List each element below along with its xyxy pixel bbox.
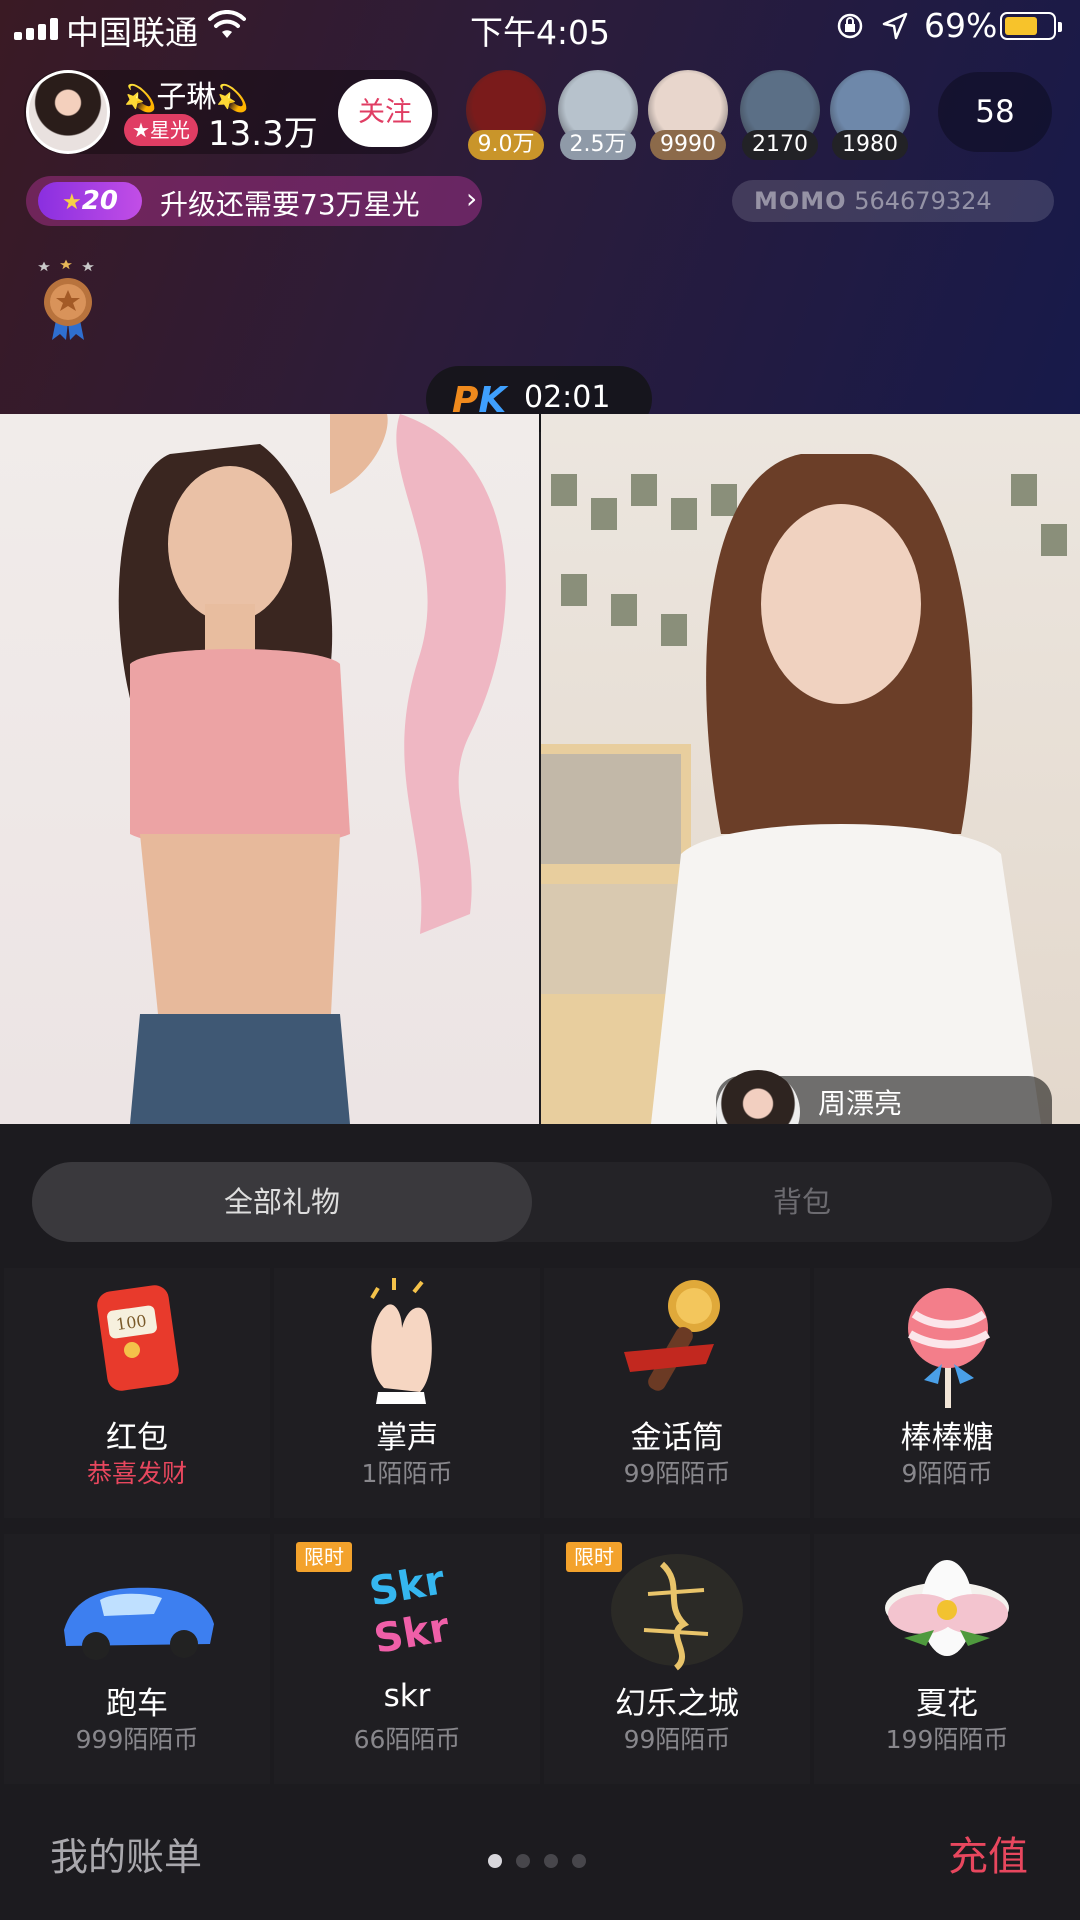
status-bar: 中国联通 下午4:05 69% xyxy=(0,0,1080,54)
gift-price: 199陌陌币 xyxy=(885,1725,1009,1754)
gift-price: 9陌陌币 xyxy=(901,1459,993,1488)
page-dot[interactable] xyxy=(544,1854,558,1868)
gift-price: 1陌陌币 xyxy=(361,1459,453,1488)
my-bill-link[interactable]: 我的账单 xyxy=(50,1826,202,1881)
star-icon: ★ xyxy=(62,190,82,215)
gift-panel: 全部礼物 背包 100 红包恭喜发财 掌声 1陌陌币 金话筒 99陌陌币 棒棒糖 9陌陌币跑车… xyxy=(0,1124,1080,1920)
lollipop-icon xyxy=(907,1288,991,1408)
viewer-contribution: 2.5万 xyxy=(560,130,636,160)
sports-car-icon xyxy=(64,1587,214,1660)
gift-item[interactable]: 金话筒 99陌陌币 xyxy=(544,1268,810,1518)
opponent-video-frame xyxy=(541,454,1067,1124)
gift-name: 金话筒 xyxy=(630,1420,724,1456)
opponent-tag[interactable]: 周漂亮 xyxy=(716,1070,1052,1154)
pk-countdown: 02:01 xyxy=(524,380,611,415)
level-badge: ★20 xyxy=(38,182,142,220)
red-envelope-icon: 100 xyxy=(97,1285,179,1391)
recharge-button[interactable]: 充值 xyxy=(948,1824,1028,1882)
host-video[interactable] xyxy=(0,414,539,1124)
tab-backpack[interactable]: 背包 xyxy=(552,1162,1052,1242)
opponent-name: 周漂亮 xyxy=(818,1087,903,1120)
viewer-contribution: 9.0万 xyxy=(468,130,544,160)
chevron-right-icon: › xyxy=(466,182,478,215)
level-progress[interactable]: ★20 升级还需要73万星光 › xyxy=(26,176,482,226)
host-video-frame xyxy=(118,414,506,1124)
viewer-contribution: 1980 xyxy=(832,130,908,160)
page-indicator xyxy=(488,1854,598,1868)
gift-item[interactable]: 跑车 999陌陌币 xyxy=(4,1534,270,1784)
gift-item[interactable]: Skr Skr 限时 skr 66陌陌币 xyxy=(274,1534,540,1784)
level-progress-text: 升级还需要73万星光 xyxy=(160,188,420,221)
gift-item[interactable]: 棒棒糖 9陌陌币 xyxy=(814,1268,1080,1518)
gift-price: 99陌陌币 xyxy=(623,1725,731,1754)
battery-icon xyxy=(1000,12,1062,40)
momo-id: MOMO 564679324 xyxy=(732,180,1054,222)
battery-percent: 69% xyxy=(924,6,998,45)
gift-name: 掌声 xyxy=(376,1420,438,1456)
sparkle-icon: 💫 xyxy=(124,84,157,114)
level-number: 20 xyxy=(81,186,118,216)
status-time: 下午4:05 xyxy=(469,13,611,52)
gift-price: 99陌陌币 xyxy=(623,1459,731,1488)
location-arrow-icon xyxy=(882,12,908,40)
gift-tab-bar: 全部礼物 背包 xyxy=(32,1162,1052,1242)
follow-button[interactable]: 关注 xyxy=(338,79,432,147)
host-avatar[interactable] xyxy=(26,70,110,154)
gift-name: 夏花 xyxy=(916,1686,978,1722)
gift-item[interactable]: 限时幻乐之城 99陌陌币 xyxy=(544,1534,810,1784)
page-dot[interactable] xyxy=(488,1854,502,1868)
page-dot[interactable] xyxy=(516,1854,530,1868)
clapping-hands-icon xyxy=(370,1278,432,1404)
viewer-contribution: 2170 xyxy=(742,130,818,160)
tab-all-gifts[interactable]: 全部礼物 xyxy=(32,1162,532,1242)
gift-name: 跑车 xyxy=(106,1686,168,1722)
gift-item[interactable]: 夏花 199陌陌币 xyxy=(814,1534,1080,1784)
viewer-contribution: 9990 xyxy=(650,130,726,160)
page-dot[interactable] xyxy=(572,1854,586,1868)
gift-name: 幻乐之城 xyxy=(615,1686,739,1722)
golden-microphone-icon xyxy=(624,1280,720,1391)
gift-price: 999陌陌币 xyxy=(75,1725,199,1754)
limited-time-tag: 限时 xyxy=(566,1542,622,1572)
limited-time-tag: 限时 xyxy=(296,1542,352,1572)
gift-name: 红包 xyxy=(106,1420,168,1456)
gift-name: 棒棒糖 xyxy=(900,1420,994,1456)
online-count[interactable]: 58 xyxy=(938,72,1052,152)
star-light-badge: ★星光 xyxy=(124,114,198,146)
medal-icon[interactable] xyxy=(38,258,98,342)
gift-item[interactable]: 掌声 1陌陌币 xyxy=(274,1268,540,1518)
gift-price: 66陌陌币 xyxy=(353,1725,461,1754)
momo-label: MOMO xyxy=(754,187,847,215)
rotation-lock-icon xyxy=(837,13,863,39)
gift-item[interactable]: 100 红包恭喜发财 xyxy=(4,1268,270,1518)
momo-id-number: 564679324 xyxy=(854,187,992,215)
star-light-count: 13.3万 xyxy=(208,114,318,154)
gift-name: skr xyxy=(383,1678,431,1714)
opponent-video[interactable] xyxy=(541,414,1080,1124)
summer-flower-icon xyxy=(885,1560,1009,1656)
gift-price: 恭喜发财 xyxy=(86,1459,187,1488)
